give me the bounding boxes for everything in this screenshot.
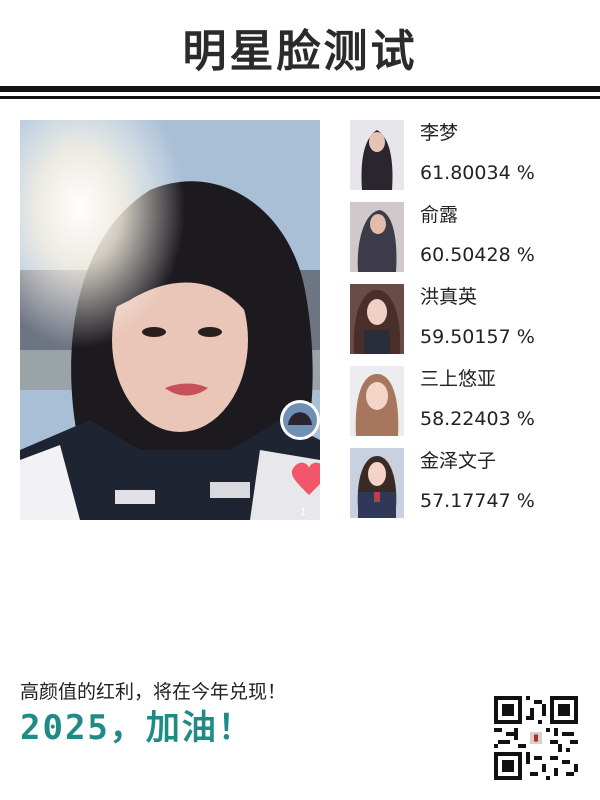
- match-thumbnail: [350, 120, 404, 190]
- page-title: 明星脸测试: [182, 26, 418, 77]
- match-name: 金泽文子: [420, 450, 497, 472]
- header-divider-thin: [0, 96, 600, 99]
- qr-code-icon[interactable]: [494, 696, 578, 780]
- user-photo: 1: [20, 120, 320, 520]
- match-name: 俞露: [420, 204, 459, 226]
- header-divider-thick: [0, 86, 600, 92]
- match-score: 57.17747 %: [420, 490, 535, 512]
- year-banner: 2025，加油！: [20, 708, 254, 748]
- match-score: 60.50428 %: [420, 244, 535, 266]
- slogan-text: 高颜值的红利，将在今年兑现！: [20, 681, 287, 703]
- list-item[interactable]: 三上悠亚 58.22403 %: [350, 366, 590, 436]
- match-name: 三上悠亚: [420, 368, 497, 390]
- match-name: 李梦: [420, 122, 459, 144]
- match-thumbnail: [350, 366, 404, 436]
- match-score: 59.50157 %: [420, 326, 535, 348]
- match-score: 61.80034 %: [420, 162, 535, 184]
- list-item[interactable]: 洪真英 59.50157 %: [350, 284, 590, 354]
- header: 明星脸测试: [0, 0, 600, 100]
- list-item[interactable]: 金泽文子 57.17747 %: [350, 448, 590, 518]
- match-thumbnail: [350, 448, 404, 518]
- selfie-illustration: [20, 120, 320, 520]
- badge-number: 1: [300, 507, 307, 518]
- match-name: 洪真英: [420, 286, 478, 308]
- match-score: 58.22403 %: [420, 408, 535, 430]
- list-item[interactable]: 李梦 61.80034 %: [350, 120, 590, 190]
- match-thumbnail: [350, 202, 404, 272]
- list-item[interactable]: 俞露 60.50428 %: [350, 202, 590, 272]
- match-thumbnail: [350, 284, 404, 354]
